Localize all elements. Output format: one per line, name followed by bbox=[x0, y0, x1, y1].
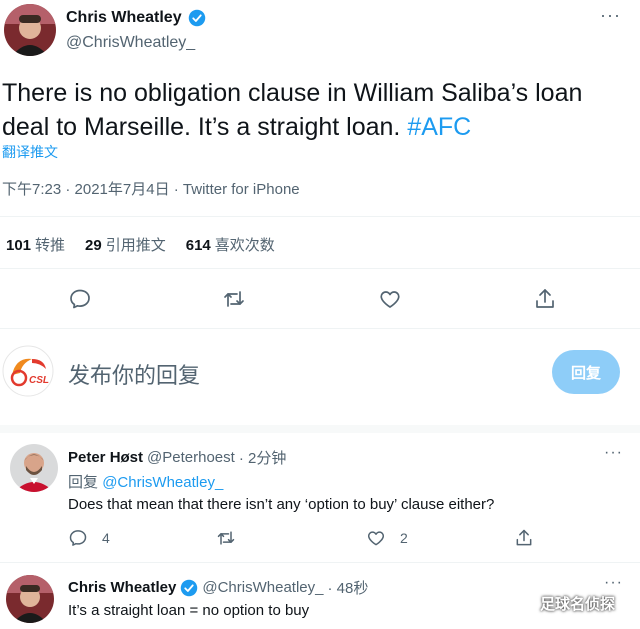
retweet-icon[interactable] bbox=[222, 287, 246, 311]
watermark: 足球名侦探 bbox=[512, 592, 615, 614]
replying-to-handle[interactable]: @ChrisWheatley_ bbox=[102, 474, 223, 491]
watermark-text: 足球名侦探 bbox=[540, 595, 616, 613]
csl-logo-text: CSL bbox=[29, 375, 49, 386]
likes-stat[interactable]: 614 喜欢次数 bbox=[186, 234, 275, 255]
verified-badge-icon bbox=[180, 579, 198, 597]
reply-action-like[interactable]: 2 bbox=[366, 528, 408, 548]
author-avatar[interactable] bbox=[4, 4, 56, 56]
wechat-icon bbox=[512, 592, 534, 614]
reply-author-avatar[interactable] bbox=[10, 444, 58, 492]
like-icon[interactable] bbox=[366, 528, 386, 548]
reply-author-row: Chris Wheatley @ChrisWheatley_ · 48秒 bbox=[68, 577, 368, 598]
share-icon[interactable] bbox=[514, 528, 534, 548]
quotes-stat[interactable]: 29 引用推文 bbox=[85, 234, 166, 255]
reply-author-row: Peter Høst @Peterhoest · 2分钟 bbox=[68, 447, 286, 468]
reply-button[interactable]: 回复 bbox=[552, 350, 620, 394]
author-handle[interactable]: @ChrisWheatley_ bbox=[66, 34, 195, 52]
divider bbox=[0, 268, 640, 269]
reply-count: 4 bbox=[102, 530, 110, 546]
like-count: 2 bbox=[400, 530, 408, 546]
reply-author-handle[interactable]: @ChrisWheatley_ bbox=[202, 579, 323, 596]
divider bbox=[0, 562, 640, 563]
reply-text: Does that mean that there isn’t any ‘opt… bbox=[68, 496, 495, 513]
retweets-stat[interactable]: 101 转推 bbox=[6, 234, 65, 255]
divider bbox=[0, 328, 640, 329]
more-options-icon[interactable]: ··· bbox=[604, 444, 623, 462]
like-icon[interactable] bbox=[378, 287, 402, 311]
tweet-stats: 101 转推 29 引用推文 614 喜欢次数 bbox=[6, 234, 275, 255]
reply-action-reply[interactable]: 4 bbox=[68, 528, 110, 548]
reply-icon[interactable] bbox=[68, 528, 88, 548]
reply-author-handle[interactable]: @Peterhoest bbox=[147, 449, 235, 466]
retweet-icon[interactable] bbox=[216, 528, 236, 548]
reply-text: It’s a straight loan = no option to buy bbox=[68, 602, 310, 619]
verified-badge-icon bbox=[188, 9, 206, 27]
reply-timestamp[interactable]: · 48秒 bbox=[327, 577, 368, 598]
reply-timestamp[interactable]: · 2分钟 bbox=[239, 447, 287, 468]
reply-author-avatar[interactable] bbox=[6, 575, 54, 623]
section-divider bbox=[0, 425, 640, 433]
translate-tweet-link[interactable]: 翻译推文 bbox=[2, 142, 58, 162]
author-name-row: Chris Wheatley bbox=[66, 9, 206, 27]
reply-icon[interactable] bbox=[68, 287, 92, 311]
author-name[interactable]: Chris Wheatley bbox=[66, 9, 182, 27]
divider bbox=[0, 216, 640, 217]
share-icon[interactable] bbox=[533, 287, 557, 311]
reply-author-name[interactable]: Chris Wheatley bbox=[68, 579, 176, 596]
more-options-icon[interactable]: ··· bbox=[600, 5, 624, 25]
tweet-metadata: 下午7:23 · 2021年7月4日 · Twitter for iPhone bbox=[2, 181, 300, 198]
tweet-body: There is no obligation clause in William… bbox=[2, 79, 583, 141]
hashtag-link[interactable]: #AFC bbox=[407, 113, 471, 141]
reply-author-name[interactable]: Peter Høst bbox=[68, 449, 143, 466]
replying-to: 回复 @ChrisWheatley_ bbox=[68, 474, 224, 491]
tweet-text: There is no obligation clause in William… bbox=[2, 76, 632, 144]
more-options-icon[interactable]: ··· bbox=[604, 574, 623, 592]
current-user-avatar[interactable]: CSL bbox=[2, 345, 54, 397]
reply-input[interactable]: 发布你的回复 bbox=[68, 358, 200, 390]
